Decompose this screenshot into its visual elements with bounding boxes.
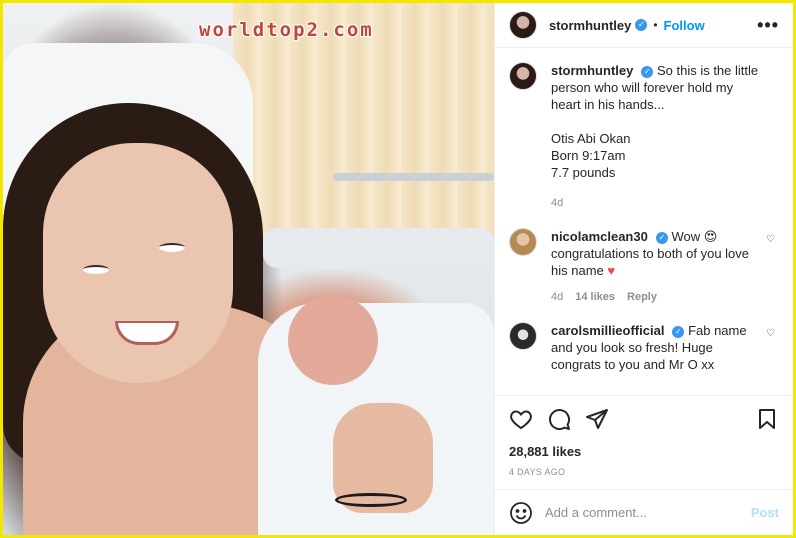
- caption-weight: 7.7 pounds: [551, 165, 616, 180]
- add-comment-bar: Post: [495, 489, 793, 535]
- photo-bracelet: [335, 493, 407, 507]
- photo-bed-rail: [333, 173, 494, 181]
- caption-age[interactable]: 4d: [551, 195, 563, 212]
- heart-icon[interactable]: [509, 407, 533, 431]
- post-timestamp[interactable]: 4 DAYS AGO: [509, 467, 779, 477]
- verified-icon: ✓: [635, 19, 648, 31]
- post-header: stormhuntley ✓ • Follow •••: [495, 3, 793, 48]
- photo-eye-right: [159, 243, 185, 252]
- comment-meta: 4d 14 likes Reply: [551, 289, 765, 306]
- header-user: stormhuntley ✓ • Follow: [549, 18, 705, 33]
- bookmark-icon[interactable]: [755, 407, 779, 431]
- comment-username[interactable]: nicolamclean30: [551, 229, 648, 244]
- action-icons: [509, 404, 779, 434]
- post-photo[interactable]: worldtop2.com: [3, 3, 494, 535]
- post-actions: 28,881 likes 4 DAYS AGO: [495, 395, 793, 489]
- verified-icon: ✓: [672, 325, 685, 338]
- comment-avatar[interactable]: [509, 228, 537, 256]
- emoji-icon[interactable]: [509, 501, 533, 525]
- caption-meta: 4d: [551, 195, 765, 212]
- follow-button[interactable]: Follow: [664, 18, 705, 33]
- comment-body: nicolamclean30 ✓ Wow 😍 congratulations to…: [551, 228, 765, 306]
- comment-avatar[interactable]: [509, 322, 537, 350]
- watermark: worldtop2.com: [199, 19, 374, 41]
- red-heart-icon: ♥: [607, 263, 616, 278]
- verified-icon: ✓: [641, 65, 654, 78]
- instagram-post-frame: worldtop2.com stormhuntley ✓ • Follow ••…: [3, 3, 793, 535]
- caption: stormhuntley ✓ So this is the little pers…: [509, 62, 779, 212]
- comment-input[interactable]: [545, 505, 751, 520]
- avatar[interactable]: [509, 11, 537, 39]
- comments-list[interactable]: stormhuntley ✓ So this is the little pers…: [495, 48, 793, 395]
- photo-baby: [288, 295, 378, 385]
- caption-username[interactable]: stormhuntley: [551, 63, 633, 78]
- comment-like-icon[interactable]: ♡: [766, 328, 775, 339]
- caption-name: Otis Abi Okan: [551, 131, 631, 146]
- comment-item: nicolamclean30 ✓ Wow 😍 congratulations to…: [509, 228, 779, 306]
- comment-body: carolsmillieofficial ✓ Fab name and you l…: [551, 322, 765, 373]
- caption-avatar[interactable]: [509, 62, 537, 90]
- post-button[interactable]: Post: [751, 505, 779, 520]
- photo-eye-left: [83, 265, 109, 274]
- likes-count[interactable]: 28,881 likes: [509, 444, 779, 459]
- comment-like-icon[interactable]: ♡: [766, 234, 775, 245]
- comment-age[interactable]: 4d: [551, 289, 563, 306]
- more-options-icon[interactable]: •••: [757, 15, 779, 36]
- comment-item: carolsmillieofficial ✓ Fab name and you l…: [509, 322, 779, 373]
- reply-button[interactable]: Reply: [627, 289, 657, 306]
- photo-face: [43, 143, 233, 383]
- header-dot: •: [653, 18, 658, 32]
- header-username[interactable]: stormhuntley: [549, 18, 631, 33]
- verified-icon: ✓: [655, 231, 668, 244]
- caption-body: stormhuntley ✓ So this is the little pers…: [551, 62, 765, 212]
- share-icon[interactable]: [585, 407, 609, 431]
- caption-born: Born 9:17am: [551, 148, 626, 163]
- post-side-panel: stormhuntley ✓ • Follow ••• stormhuntley…: [494, 3, 793, 535]
- comment-likes[interactable]: 14 likes: [575, 289, 615, 306]
- comment-username[interactable]: carolsmillieofficial: [551, 323, 664, 338]
- photo-bed-rail-lower: [263, 228, 494, 268]
- comment-icon[interactable]: [547, 407, 571, 431]
